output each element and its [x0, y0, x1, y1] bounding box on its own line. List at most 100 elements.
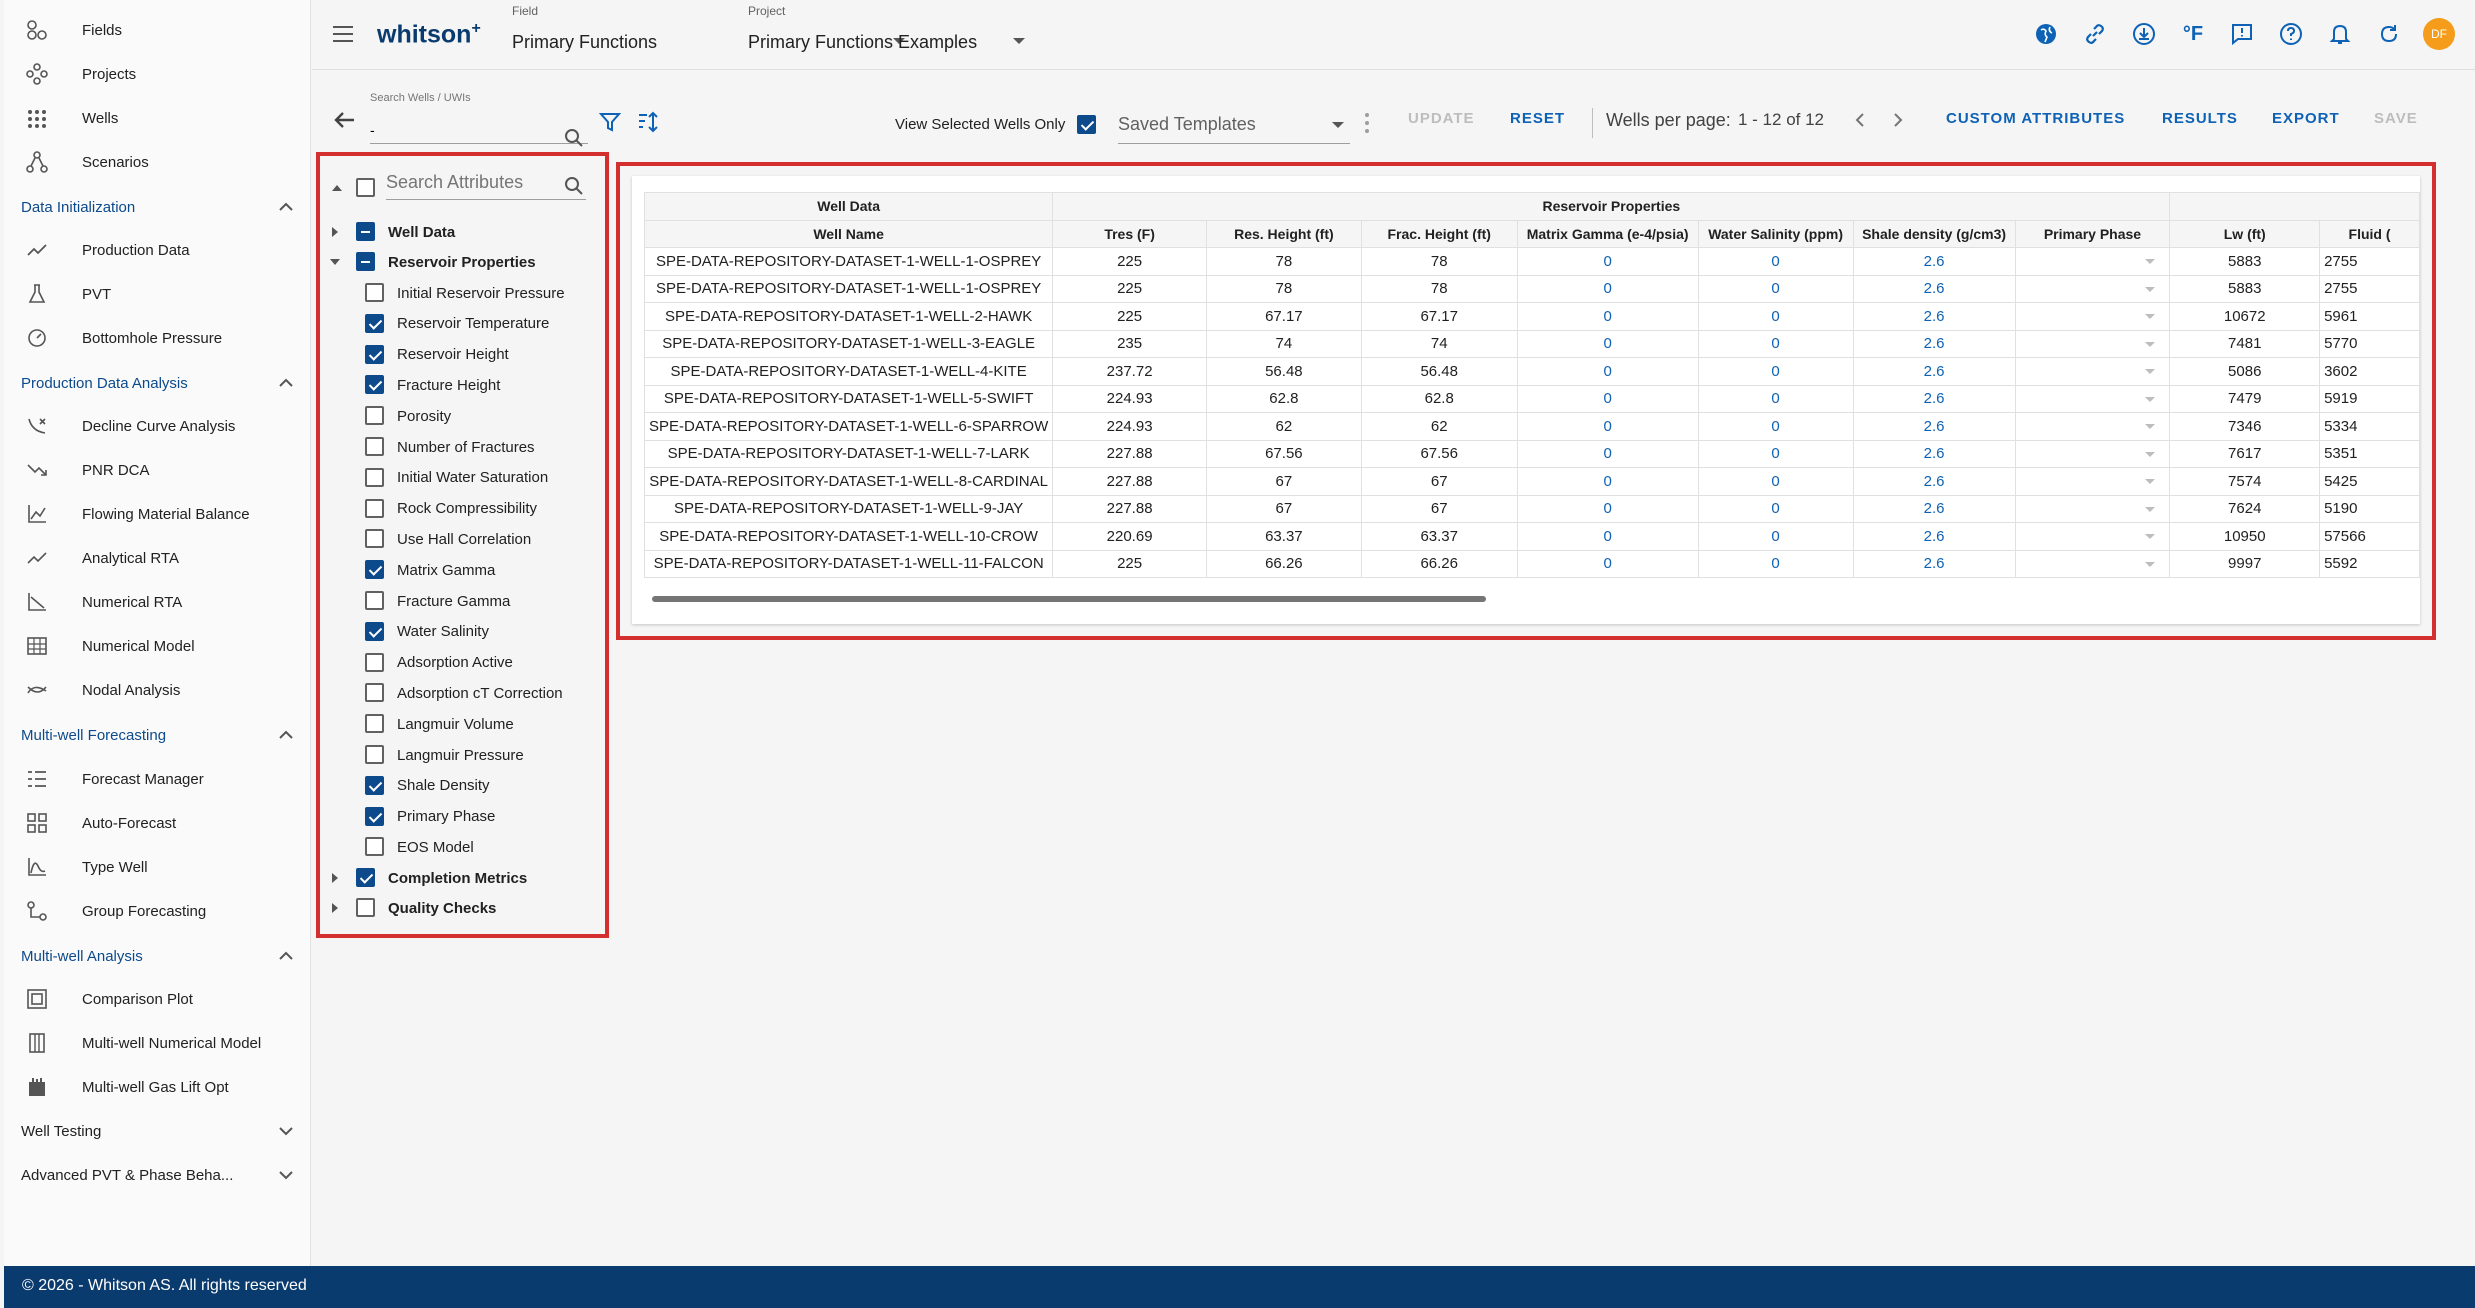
table-cell[interactable]: 66.26: [1360, 549, 1518, 578]
sidebar-item-multi-well-numerical-model[interactable]: Multi-well Numerical Model: [4, 1023, 304, 1063]
table-column-header[interactable]: Res. Height (ft): [1205, 219, 1362, 248]
table-cell[interactable]: 5883: [2169, 247, 2321, 276]
table-cell[interactable]: 2.6: [1852, 302, 2016, 331]
attribute-checkbox[interactable]: [365, 560, 384, 580]
sidebar-item-flowing-material-balance[interactable]: Flowing Material Balance: [4, 494, 304, 534]
sidebar-item-numerical-model[interactable]: Numerical Model: [4, 626, 304, 666]
sidebar-item-type-well[interactable]: Type Well: [4, 847, 304, 887]
table-column-header[interactable]: Matrix Gamma (e-4/psia): [1516, 219, 1699, 248]
table-cell[interactable]: 7617: [2169, 439, 2321, 468]
section-production-data-analysis[interactable]: Production Data Analysis: [21, 365, 296, 401]
table-column-header[interactable]: Fluid (: [2319, 219, 2420, 248]
attribute-checkbox[interactable]: [365, 714, 384, 734]
chevron-left-icon[interactable]: [1850, 110, 1870, 130]
attribute-item[interactable]: Number of Fractures: [320, 432, 606, 462]
table-cell[interactable]: 0: [1516, 494, 1699, 523]
table-cell[interactable]: 0: [1697, 549, 1854, 578]
attribute-item[interactable]: Porosity: [320, 401, 606, 431]
table-cell[interactable]: 227.88: [1052, 494, 1207, 523]
table-cell[interactable]: [2014, 467, 2171, 496]
attribute-checkbox[interactable]: [365, 591, 384, 610]
table-row[interactable]: SPE-DATA-REPOSITORY-DATASET-1-WELL-9-JAY…: [643, 494, 2420, 523]
table-cell[interactable]: 5961: [2319, 302, 2420, 331]
sort-icon[interactable]: [636, 110, 660, 134]
table-cell[interactable]: [2014, 274, 2171, 303]
table-cell[interactable]: 5883: [2169, 274, 2321, 303]
table-cell[interactable]: [2014, 384, 2171, 413]
table-column-header[interactable]: Shale density (g/cm3): [1852, 219, 2016, 248]
table-cell[interactable]: 66.26: [1205, 549, 1362, 578]
sidebar-item-fields[interactable]: Fields: [4, 10, 304, 50]
table-cell[interactable]: 2.6: [1852, 467, 2016, 496]
attribute-item[interactable]: Matrix Gamma: [320, 555, 606, 585]
table-cell[interactable]: SPE-DATA-REPOSITORY-DATASET-1-WELL-11-FA…: [643, 549, 1054, 578]
attribute-checkbox[interactable]: [365, 344, 384, 364]
table-cell[interactable]: 220.69: [1052, 522, 1207, 551]
table-cell[interactable]: 0: [1516, 329, 1699, 358]
table-cell[interactable]: 225: [1052, 247, 1207, 276]
table-cell[interactable]: 0: [1697, 412, 1854, 441]
table-cell[interactable]: 225: [1052, 302, 1207, 331]
table-cell[interactable]: 0: [1697, 357, 1854, 386]
table-cell[interactable]: SPE-DATA-REPOSITORY-DATASET-1-WELL-9-JAY: [643, 494, 1054, 523]
reset-button[interactable]: RESET: [1510, 110, 1565, 127]
attribute-item[interactable]: Water Salinity: [320, 617, 606, 647]
table-cell[interactable]: [2014, 357, 2171, 386]
attribute-checkbox[interactable]: [365, 406, 384, 426]
attribute-item[interactable]: Initial Reservoir Pressure: [320, 278, 606, 308]
sidebar-item-scenarios[interactable]: Scenarios: [4, 142, 304, 182]
table-cell[interactable]: 0: [1697, 302, 1854, 331]
sidebar-item-wells[interactable]: Wells: [4, 98, 304, 138]
sidebar-item-projects[interactable]: Projects: [4, 54, 304, 94]
attribute-item[interactable]: EOS Model: [320, 832, 606, 862]
group-checkbox[interactable]: [356, 868, 375, 887]
table-cell[interactable]: SPE-DATA-REPOSITORY-DATASET-1-WELL-3-EAG…: [643, 329, 1054, 358]
table-cell[interactable]: 0: [1697, 494, 1854, 523]
table-cell[interactable]: 62.8: [1205, 384, 1362, 413]
table-cell[interactable]: 2.6: [1852, 522, 2016, 551]
attribute-item[interactable]: Fracture Gamma: [320, 586, 606, 616]
refresh-icon[interactable]: [2374, 19, 2404, 49]
table-cell[interactable]: 63.37: [1360, 522, 1518, 551]
sidebar-item-comparison-plot[interactable]: Comparison Plot: [4, 979, 304, 1019]
table-cell[interactable]: 7346: [2169, 412, 2321, 441]
attribute-checkbox[interactable]: [365, 437, 384, 456]
avatar[interactable]: DF: [2423, 18, 2455, 50]
table-cell[interactable]: 225: [1052, 549, 1207, 578]
expand-arrow-icon[interactable]: [332, 873, 338, 883]
temperature-unit-icon[interactable]: °F: [2178, 19, 2208, 49]
search-icon[interactable]: [564, 176, 584, 196]
attr-group-well-data[interactable]: Well Data: [320, 217, 606, 247]
attribute-item[interactable]: Rock Compressibility: [320, 494, 606, 524]
collapse-all-icon[interactable]: [332, 185, 342, 191]
table-cell[interactable]: 5351: [2319, 439, 2420, 468]
sidebar-item-group-forecasting[interactable]: Group Forecasting: [4, 891, 304, 931]
table-cell[interactable]: 0: [1697, 247, 1854, 276]
table-row[interactable]: SPE-DATA-REPOSITORY-DATASET-1-WELL-1-OSP…: [643, 274, 2420, 303]
menu-icon[interactable]: [332, 24, 354, 44]
table-cell[interactable]: 5190: [2319, 494, 2420, 523]
sidebar-item-pvt[interactable]: PVT: [4, 274, 304, 314]
field-selector[interactable]: Field Primary Functions: [512, 4, 905, 53]
table-cell[interactable]: 2.6: [1852, 439, 2016, 468]
table-row[interactable]: SPE-DATA-REPOSITORY-DATASET-1-WELL-5-SWI…: [643, 384, 2420, 413]
table-cell[interactable]: SPE-DATA-REPOSITORY-DATASET-1-WELL-1-OSP…: [643, 274, 1054, 303]
attr-group-completion-metrics[interactable]: Completion Metrics: [320, 863, 606, 893]
attribute-checkbox[interactable]: [365, 621, 384, 641]
table-cell[interactable]: 9997: [2169, 549, 2321, 578]
bell-icon[interactable]: [2325, 19, 2355, 49]
table-cell[interactable]: 57566: [2319, 522, 2420, 551]
attribute-item[interactable]: Langmuir Pressure: [320, 740, 606, 770]
table-cell[interactable]: 56.48: [1360, 357, 1518, 386]
attribute-checkbox[interactable]: [365, 498, 384, 518]
scrollbar-thumb[interactable]: [652, 596, 1486, 602]
table-cell[interactable]: 227.88: [1052, 467, 1207, 496]
section-multi-well-analysis[interactable]: Multi-well Analysis: [21, 938, 296, 974]
table-column-header[interactable]: Water Salinity (ppm): [1697, 219, 1854, 248]
filter-icon[interactable]: [598, 110, 622, 134]
table-cell[interactable]: 0: [1697, 467, 1854, 496]
attribute-item[interactable]: Langmuir Volume: [320, 709, 606, 739]
download-icon[interactable]: [2129, 19, 2159, 49]
table-cell[interactable]: 225: [1052, 274, 1207, 303]
section-multi-well-forecasting[interactable]: Multi-well Forecasting: [21, 717, 296, 753]
